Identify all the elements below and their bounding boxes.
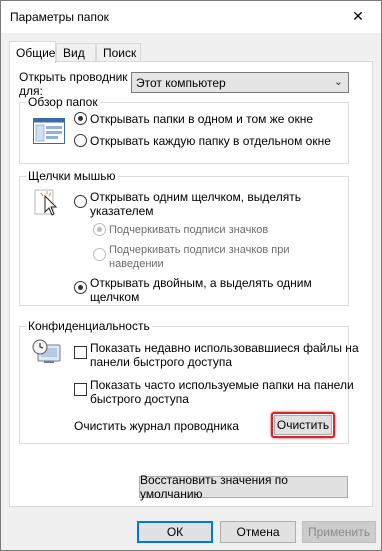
- recent-files-label-line2: панели быстрого доступа: [90, 355, 233, 369]
- radio-underline-hover[interactable]: [93, 248, 106, 261]
- ok-button-label: ОК: [166, 525, 184, 539]
- radio-single-click[interactable]: [74, 195, 87, 208]
- tab-view-label: Вид: [63, 46, 85, 60]
- apply-button-label: Применить: [307, 525, 370, 539]
- frequent-folders-label: Показать часто используемые папки на пан…: [90, 378, 354, 392]
- double-click-label: Открывать двойным, а выделять одним: [90, 276, 312, 290]
- cancel-button-label: Отмена: [236, 525, 280, 539]
- single-click-label: Открывать одним щелчком, выделять: [90, 190, 301, 204]
- privacy-title: Конфиденциальность: [26, 319, 152, 333]
- close-button[interactable]: ✕: [335, 1, 381, 32]
- folder-window-icon: [33, 118, 65, 144]
- tab-view[interactable]: Вид: [56, 43, 96, 62]
- tab-search-label: Поиск: [103, 46, 137, 60]
- single-click-label-line2: указателем: [90, 204, 154, 218]
- tab-general-label: Общие: [16, 45, 56, 60]
- restore-defaults-label: Восстановить значения по умолчанию: [140, 473, 288, 501]
- clear-history-label: Очистить журнал проводника: [74, 419, 239, 433]
- open-explorer-label: Открыть проводник: [19, 70, 128, 84]
- privacy-icon: [32, 339, 61, 363]
- double-click-label-line2: щелчком: [90, 290, 140, 304]
- title-bar: Параметры папок ✕: [1, 1, 381, 33]
- open-explorer-selected: Этот компьютер: [136, 75, 226, 90]
- radio-same-window-label: Открывать папки в одном и том же окне: [90, 112, 313, 126]
- radio-new-window[interactable]: [74, 134, 87, 147]
- window-title: Параметры папок: [10, 10, 109, 24]
- underline-hover-label-line2: наведении: [109, 258, 164, 270]
- checkbox-recent-files[interactable]: [74, 346, 87, 359]
- underline-always-label: Подчеркивать подписи значков: [109, 224, 269, 236]
- clear-history-button-label: Очистить: [276, 418, 330, 432]
- underline-hover-label: Подчеркивать подписи значков при: [109, 244, 290, 256]
- cursor-click-icon: [34, 189, 58, 216]
- radio-same-window[interactable]: [74, 112, 87, 125]
- ok-button[interactable]: ОК: [137, 521, 213, 543]
- clear-history-button[interactable]: Очистить: [274, 415, 332, 435]
- cancel-button[interactable]: Отмена: [220, 521, 296, 543]
- clicks-title: Щелчки мышью: [26, 169, 118, 183]
- chevron-down-icon: ⌄: [333, 76, 343, 88]
- frequent-folders-label-line2: быстрого доступа: [90, 392, 189, 406]
- recent-files-label: Показать недавно использовавшиеся файлы …: [90, 341, 359, 355]
- apply-button[interactable]: Применить: [302, 521, 376, 543]
- tab-search[interactable]: Поиск: [96, 43, 141, 62]
- restore-defaults-button[interactable]: Восстановить значения по умолчанию: [139, 473, 348, 501]
- radio-double-click[interactable]: [74, 281, 87, 294]
- browse-folders-title: Обзор папок: [26, 95, 100, 109]
- radio-new-window-label: Открывать каждую папку в отдельном окне: [90, 134, 331, 148]
- tab-general[interactable]: Общие: [9, 41, 56, 63]
- radio-underline-always[interactable]: [93, 223, 106, 236]
- close-icon: ✕: [352, 8, 364, 24]
- folder-options-window: Параметры папок ✕ Общие Вид Поиск Открыт…: [0, 0, 382, 551]
- open-explorer-select[interactable]: Этот компьютер ⌄: [131, 72, 349, 93]
- checkbox-frequent-folders[interactable]: [74, 383, 87, 396]
